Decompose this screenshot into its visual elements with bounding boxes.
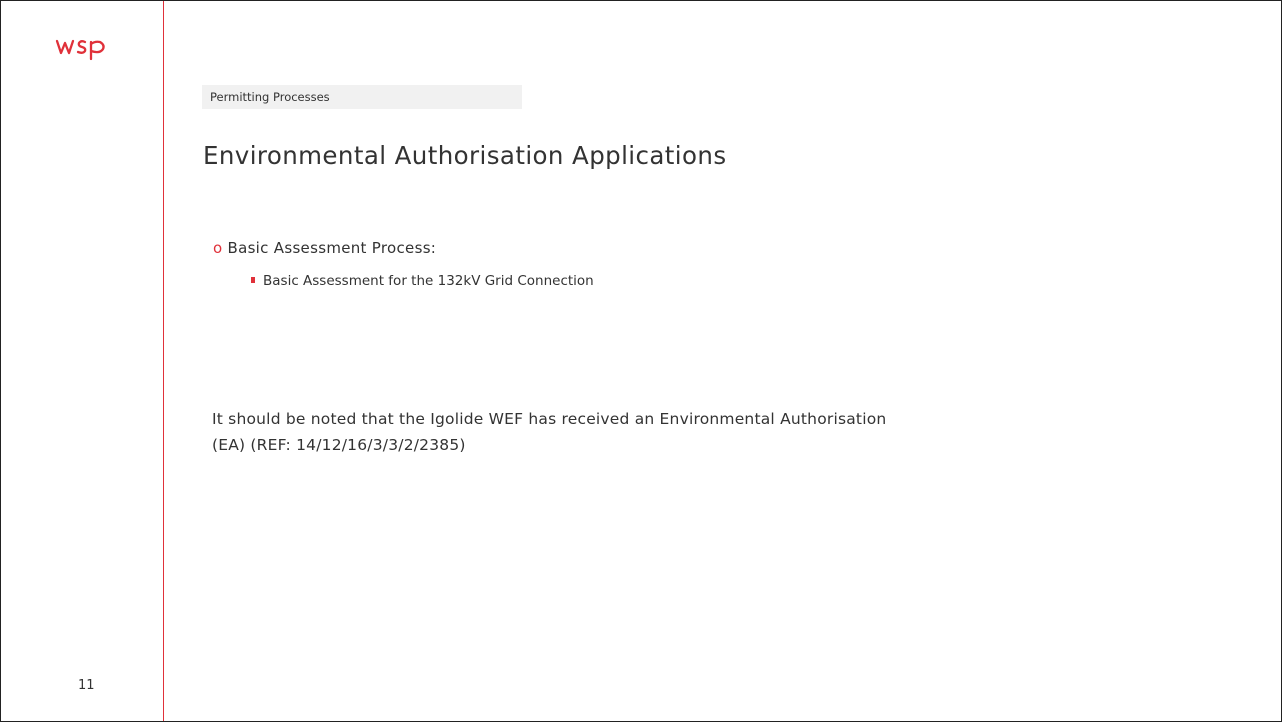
- page-number: 11: [78, 678, 95, 693]
- note-paragraph: It should be noted that the Igolide WEF …: [212, 406, 1172, 458]
- circle-bullet-icon: o: [213, 239, 223, 257]
- sub-bullet-item: Basic Assessment for the 132kV Grid Conn…: [251, 273, 594, 289]
- note-line-2: (EA) (REF: 14/12/16/3/3/2/2385): [212, 436, 466, 454]
- sub-bullet-label: Basic Assessment for the 132kV Grid Conn…: [263, 273, 594, 289]
- slide-title: Environmental Authorisation Applications: [203, 141, 727, 170]
- section-tag: Permitting Processes: [202, 85, 522, 109]
- vertical-divider: [163, 1, 164, 721]
- note-line-1: It should be noted that the Igolide WEF …: [212, 410, 887, 428]
- square-bullet-icon: [251, 277, 255, 283]
- slide: Permitting Processes Environmental Autho…: [0, 0, 1282, 722]
- wsp-logo: [55, 39, 105, 61]
- bullet-label: Basic Assessment Process:: [227, 239, 437, 257]
- bullet-item-basic-assessment: o Basic Assessment Process:: [213, 239, 436, 257]
